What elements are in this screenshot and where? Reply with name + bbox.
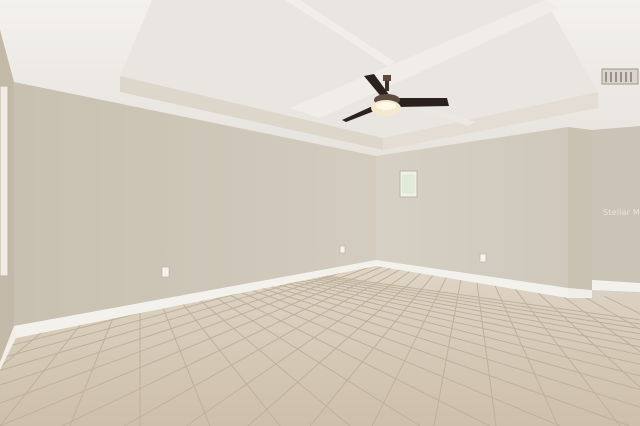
small-window [399,170,418,198]
window-blinds [0,86,8,276]
outlet-icon [161,266,170,278]
column [568,127,592,292]
air-vent-icon [601,68,639,85]
watermark-text: Stellar MLS [603,208,640,217]
room-photo [0,0,640,426]
outlet-icon [339,245,346,254]
alcove-wall [592,126,640,286]
outlet-icon [479,253,487,263]
